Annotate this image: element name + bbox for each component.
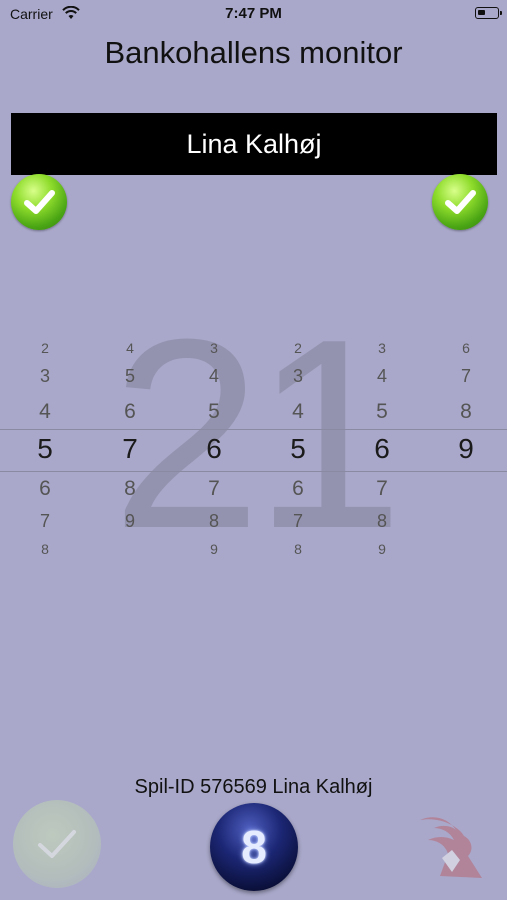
- picker-digit: 6: [292, 477, 304, 500]
- picker-digit: 5: [208, 400, 220, 423]
- picker-digit: 8: [460, 400, 472, 423]
- picker-digit: 6: [124, 400, 136, 423]
- picker-digit: 5: [376, 400, 388, 423]
- number-picker[interactable]: 2 3 4 5 6 7 8 4 5 6 7 8 9 3 4 5 6 7 8 9 2 3 4 5 6 7 8 3 4 5 6 7 8 9 6 7 8 9: [0, 330, 507, 570]
- picker-digit: 7: [292, 511, 303, 531]
- picker-digit: 4: [126, 340, 134, 356]
- picker-digit: 6: [39, 477, 51, 500]
- picker-selected-digit: 7: [122, 433, 138, 464]
- player-name: Lina Kalhøj: [186, 128, 322, 159]
- picker-digit: 2: [294, 340, 302, 356]
- player-name-banner: Lina Kalhøj: [11, 113, 497, 175]
- picker-digit: 7: [39, 511, 50, 531]
- picker-digit: 4: [39, 400, 51, 423]
- picker-digit: 8: [376, 511, 387, 531]
- picker-digit: 3: [39, 366, 50, 386]
- picker-digit: 7: [208, 477, 220, 500]
- picker-digit: 9: [210, 541, 218, 557]
- picker-digit: 4: [376, 366, 387, 386]
- picker-selected-digit: 9: [458, 433, 474, 464]
- page-title: Bankohallens monitor: [104, 35, 403, 70]
- picker-digit: 5: [124, 366, 135, 386]
- picker-digit: 8: [41, 541, 49, 557]
- battery-icon: [475, 7, 502, 19]
- ball-number: 8: [241, 821, 267, 873]
- picker-digit: 8: [208, 511, 219, 531]
- check-circle-icon[interactable]: [11, 174, 67, 230]
- picker-selected-digit: 5: [290, 433, 306, 464]
- confirm-button[interactable]: [13, 800, 101, 888]
- picker-digit: 4: [292, 400, 304, 423]
- picker-digit: 9: [378, 541, 386, 557]
- picker-digit: 3: [378, 340, 386, 356]
- picker-digit: 6: [462, 340, 470, 356]
- status-time: 7:47 PM: [225, 5, 282, 22]
- bingo-ball[interactable]: 8: [210, 803, 298, 891]
- picker-digit: 7: [460, 366, 471, 386]
- picker-digit: 3: [292, 366, 303, 386]
- picker-digit: 2: [41, 340, 49, 356]
- game-id-label: Spil-ID 576569 Lina Kalhøj: [134, 776, 373, 798]
- picker-selected-digit: 5: [37, 433, 53, 464]
- picker-selection-bottom-line: [0, 471, 507, 472]
- status-bar: Carrier 7:47 PM: [0, 0, 507, 28]
- picker-digit: 8: [124, 477, 136, 500]
- check-circle-icon[interactable]: [432, 174, 488, 230]
- picker-digit: 9: [124, 511, 135, 531]
- picker-digit: 7: [376, 477, 388, 500]
- picker-digit: 8: [294, 541, 302, 557]
- check-icon: [38, 830, 76, 858]
- picker-digit: 4: [208, 366, 219, 386]
- picker-selected-digit: 6: [206, 433, 222, 464]
- picker-selected-digit: 6: [374, 433, 390, 464]
- bird-logo-icon: [412, 806, 492, 886]
- picker-digit: 3: [210, 340, 218, 356]
- picker-selection-top-line: [0, 429, 507, 430]
